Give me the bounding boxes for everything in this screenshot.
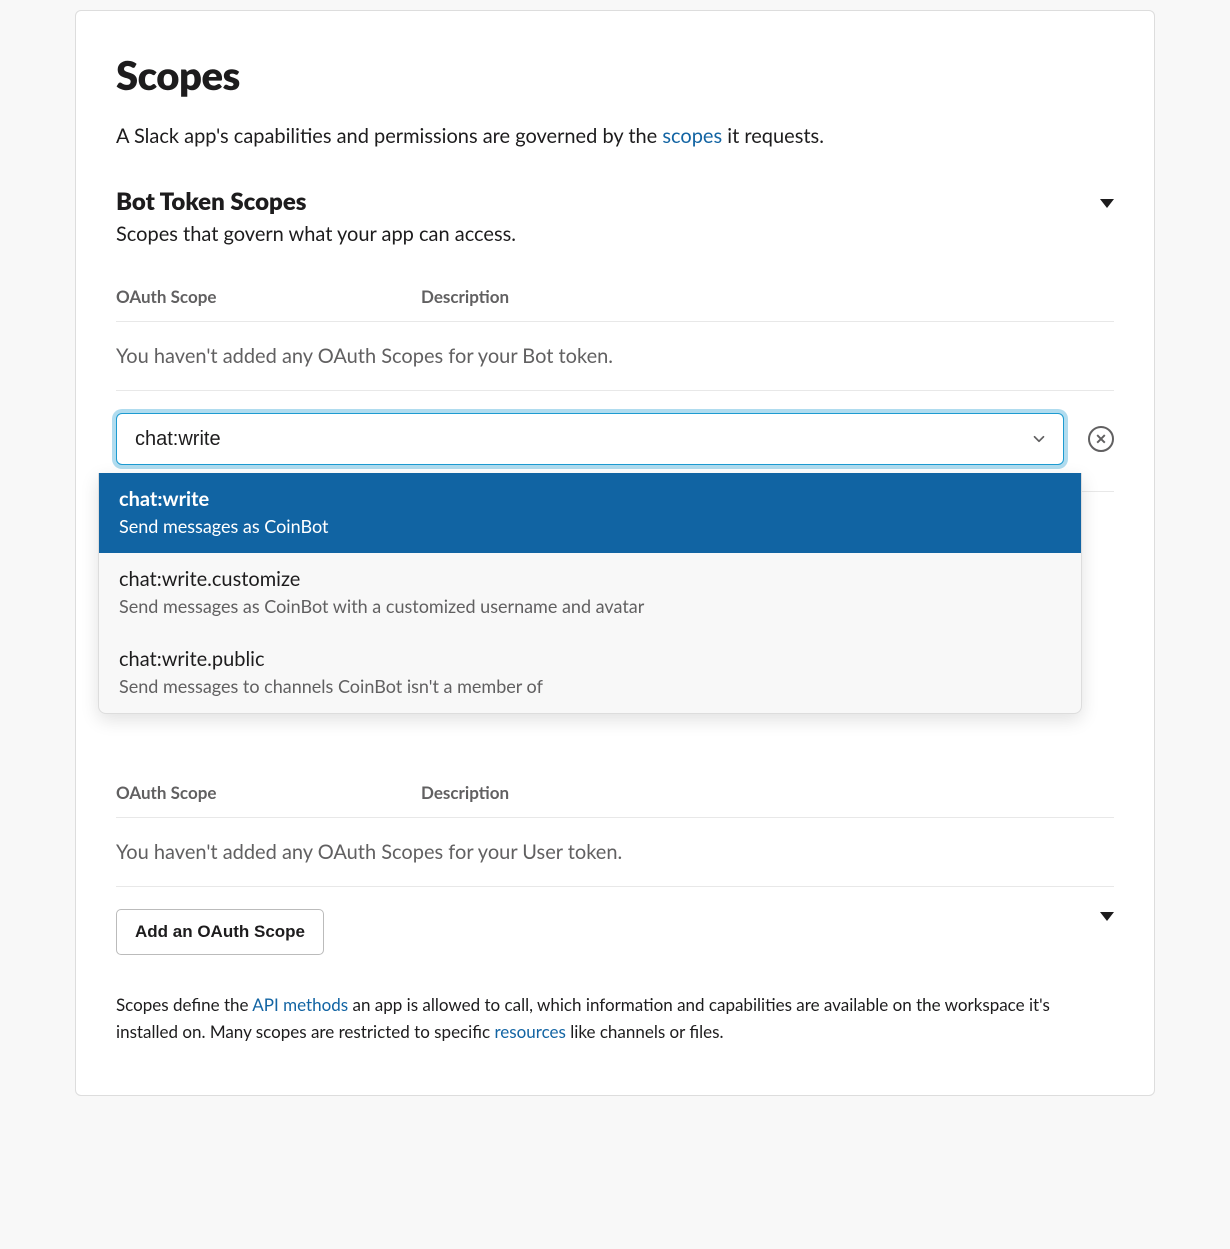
dropdown-option-chat-write-customize[interactable]: chat:write.customize Send messages as Co…	[99, 553, 1081, 633]
col-scope-header: OAuth Scope	[116, 782, 421, 803]
option-name: chat:write	[119, 487, 1061, 511]
scope-search-input[interactable]	[116, 413, 1064, 465]
col-scope-header: OAuth Scope	[116, 286, 421, 307]
scopes-panel: Scopes A Slack app's capabilities and pe…	[75, 10, 1155, 1096]
bot-scopes-table-header: OAuth Scope Description	[116, 286, 1114, 322]
user-empty-msg: You haven't added any OAuth Scopes for y…	[116, 818, 1114, 887]
option-desc: Send messages to channels CoinBot isn't …	[119, 675, 1061, 697]
close-icon: ✕	[1095, 431, 1107, 448]
footer-t1: Scopes define the	[116, 994, 252, 1015]
scope-dropdown: chat:write Send messages as CoinBot chat…	[98, 473, 1082, 714]
page-title: Scopes	[116, 51, 1114, 99]
bot-section-desc: Scopes that govern what your app can acc…	[116, 222, 1114, 246]
option-desc: Send messages as CoinBot with a customiz…	[119, 595, 1061, 617]
scope-combo-area: chat:write Send messages as CoinBot chat…	[116, 391, 1114, 492]
bot-section-header: Bot Token Scopes	[116, 187, 306, 222]
bot-token-scopes-title: Bot Token Scopes	[116, 187, 306, 216]
user-section: OAuth Scope Description You haven't adde…	[116, 782, 1114, 955]
api-methods-link[interactable]: API methods	[252, 994, 348, 1015]
footer-t3: like channels or files.	[566, 1021, 724, 1042]
option-desc: Send messages as CoinBot	[119, 515, 1061, 537]
dropdown-option-chat-write[interactable]: chat:write Send messages as CoinBot	[99, 473, 1081, 553]
scopes-link[interactable]: scopes	[662, 124, 722, 148]
resources-link[interactable]: resources	[494, 1021, 565, 1042]
user-scopes-table-header: OAuth Scope Description	[116, 782, 1114, 818]
footer-note: Scopes define the API methods an app is …	[116, 991, 1114, 1045]
user-scopes-block: OAuth Scope Description You haven't adde…	[116, 782, 1114, 955]
scope-combo-wrapper: chat:write Send messages as CoinBot chat…	[116, 413, 1064, 465]
bot-section-header-row: Bot Token Scopes	[116, 187, 1114, 222]
intro-before: A Slack app's capabilities and permissio…	[116, 124, 662, 148]
add-oauth-scope-button[interactable]: Add an OAuth Scope	[116, 909, 324, 955]
col-desc-header: Description	[421, 782, 1114, 803]
collapse-caret-icon[interactable]	[1100, 912, 1114, 921]
bot-empty-msg: You haven't added any OAuth Scopes for y…	[116, 322, 1114, 391]
dropdown-option-chat-write-public[interactable]: chat:write.public Send messages to chann…	[99, 633, 1081, 713]
clear-scope-button[interactable]: ✕	[1088, 426, 1114, 452]
option-name: chat:write.customize	[119, 567, 1061, 591]
intro-after: it requests.	[722, 124, 824, 148]
intro-text: A Slack app's capabilities and permissio…	[116, 121, 1114, 151]
option-name: chat:write.public	[119, 647, 1061, 671]
scope-combo	[116, 413, 1064, 465]
col-desc-header: Description	[421, 286, 1114, 307]
collapse-caret-icon[interactable]	[1100, 199, 1114, 208]
